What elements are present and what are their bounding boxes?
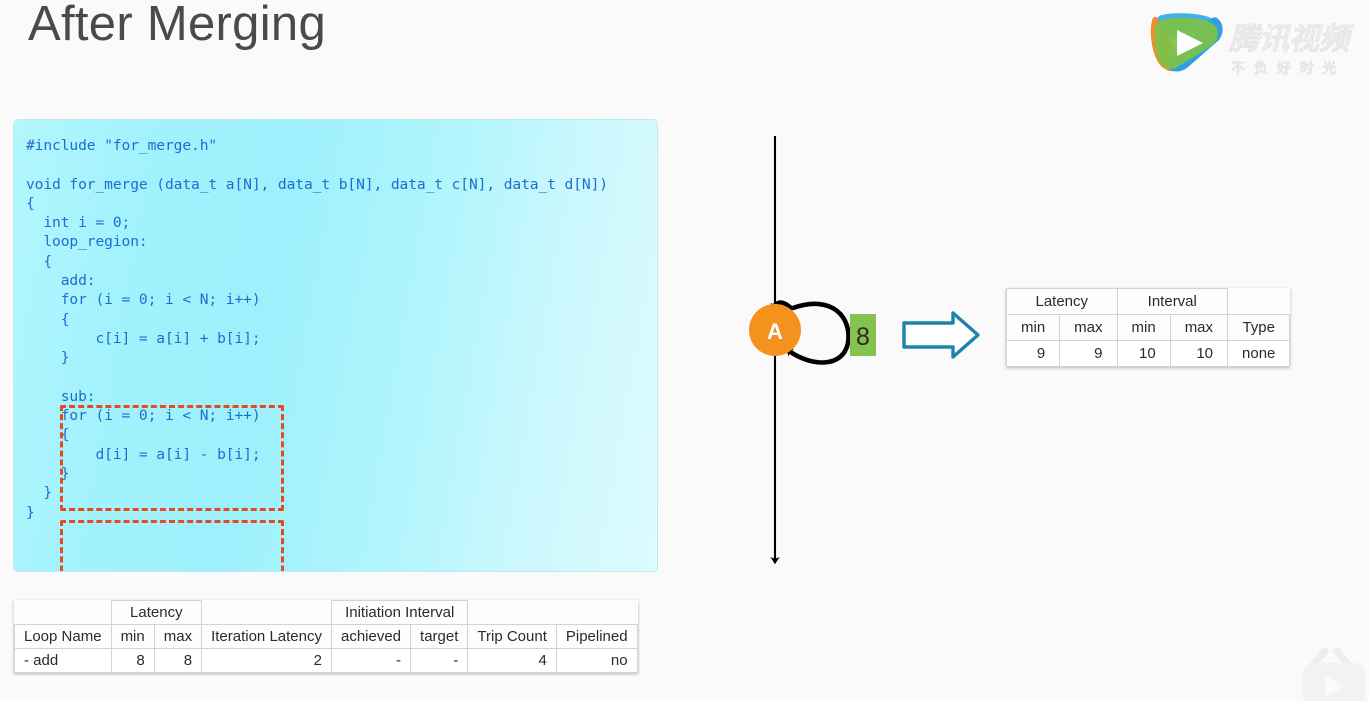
column-header-type: Type	[1227, 314, 1291, 341]
state-node-a-label: A	[767, 319, 783, 344]
column-header-iteration-latency: Iteration Latency	[201, 624, 332, 649]
tencent-video-watermark: 腾讯视频 不 负 好 时 光	[1150, 13, 1355, 77]
cell-latency-max: 8	[153, 648, 203, 673]
group-header-initiation-interval: Initiation Interval	[330, 600, 469, 625]
column-header-ii-achieved: achieved	[330, 624, 412, 649]
watermark-brand-tagline: 不 负 好 时 光	[1231, 60, 1339, 77]
column-header-interval-min: min	[1116, 314, 1171, 341]
cell-interval-min: 10	[1116, 340, 1171, 367]
cell-ii-achieved: -	[330, 648, 412, 673]
state-diagram: A 8	[749, 136, 980, 565]
column-header-latency-max: max	[153, 624, 203, 649]
table-header-row: Loop Name min max Iteration Latency achi…	[14, 624, 638, 649]
table-row: - add 8 8 2 - - 4 no	[14, 648, 638, 673]
group-header-latency: Latency	[1006, 288, 1118, 315]
group-header-blank-4	[556, 600, 638, 625]
column-header-loop-name: Loop Name	[14, 624, 112, 649]
column-header-ii-target: target	[410, 624, 469, 649]
transition-arrow-icon	[902, 311, 980, 359]
source-code: #include "for_merge.h" void for_merge (d…	[26, 137, 608, 521]
column-header-latency-min: min	[110, 624, 155, 649]
summary-report-table: Latency Interval min max min max Type 9 …	[1005, 288, 1291, 367]
cell-trip-count: 4	[467, 648, 557, 673]
highlight-box-sub-loop	[60, 520, 284, 571]
table-group-header-row: Latency Initiation Interval	[14, 600, 638, 625]
group-header-blank	[1227, 288, 1290, 315]
table-group-header-row: Latency Interval	[1006, 288, 1290, 315]
cell-interval-max: 10	[1169, 340, 1229, 367]
column-header-trip-count: Trip Count	[467, 624, 557, 649]
group-header-blank-2	[201, 600, 332, 625]
table-header-row: min max min max Type	[1005, 314, 1291, 341]
corner-tv-watermark-icon	[1303, 647, 1365, 701]
group-header-blank-3	[467, 600, 557, 625]
cell-pipelined: no	[555, 648, 638, 673]
code-panel: #include "for_merge.h" void for_merge (d…	[14, 120, 657, 571]
watermark-brand-name: 腾讯视频	[1228, 22, 1355, 57]
column-header-interval-max: max	[1169, 314, 1229, 341]
cell-loop-name: - add	[14, 648, 112, 673]
cell-ii-target: -	[410, 648, 469, 673]
tencent-play-logo-icon	[1150, 13, 1223, 72]
group-header-latency: Latency	[110, 600, 203, 625]
group-header-interval: Interval	[1116, 288, 1229, 315]
page-title: After Merging	[28, 0, 327, 51]
cell-type: none	[1227, 340, 1291, 367]
table-row: 9 9 10 10 none	[1005, 340, 1291, 367]
slide-canvas: After Merging #include "for_merge.h" voi…	[0, 0, 1369, 701]
cell-iteration-latency: 2	[201, 648, 332, 673]
group-header-blank-1	[14, 600, 112, 625]
loop-report-table: Latency Initiation Interval Loop Name mi…	[14, 600, 638, 673]
cell-latency-max: 9	[1059, 340, 1118, 367]
edge-weight-label: 8	[856, 323, 870, 351]
cell-latency-min: 8	[110, 648, 155, 673]
column-header-pipelined: Pipelined	[555, 624, 638, 649]
column-header-latency-max: max	[1059, 314, 1118, 341]
